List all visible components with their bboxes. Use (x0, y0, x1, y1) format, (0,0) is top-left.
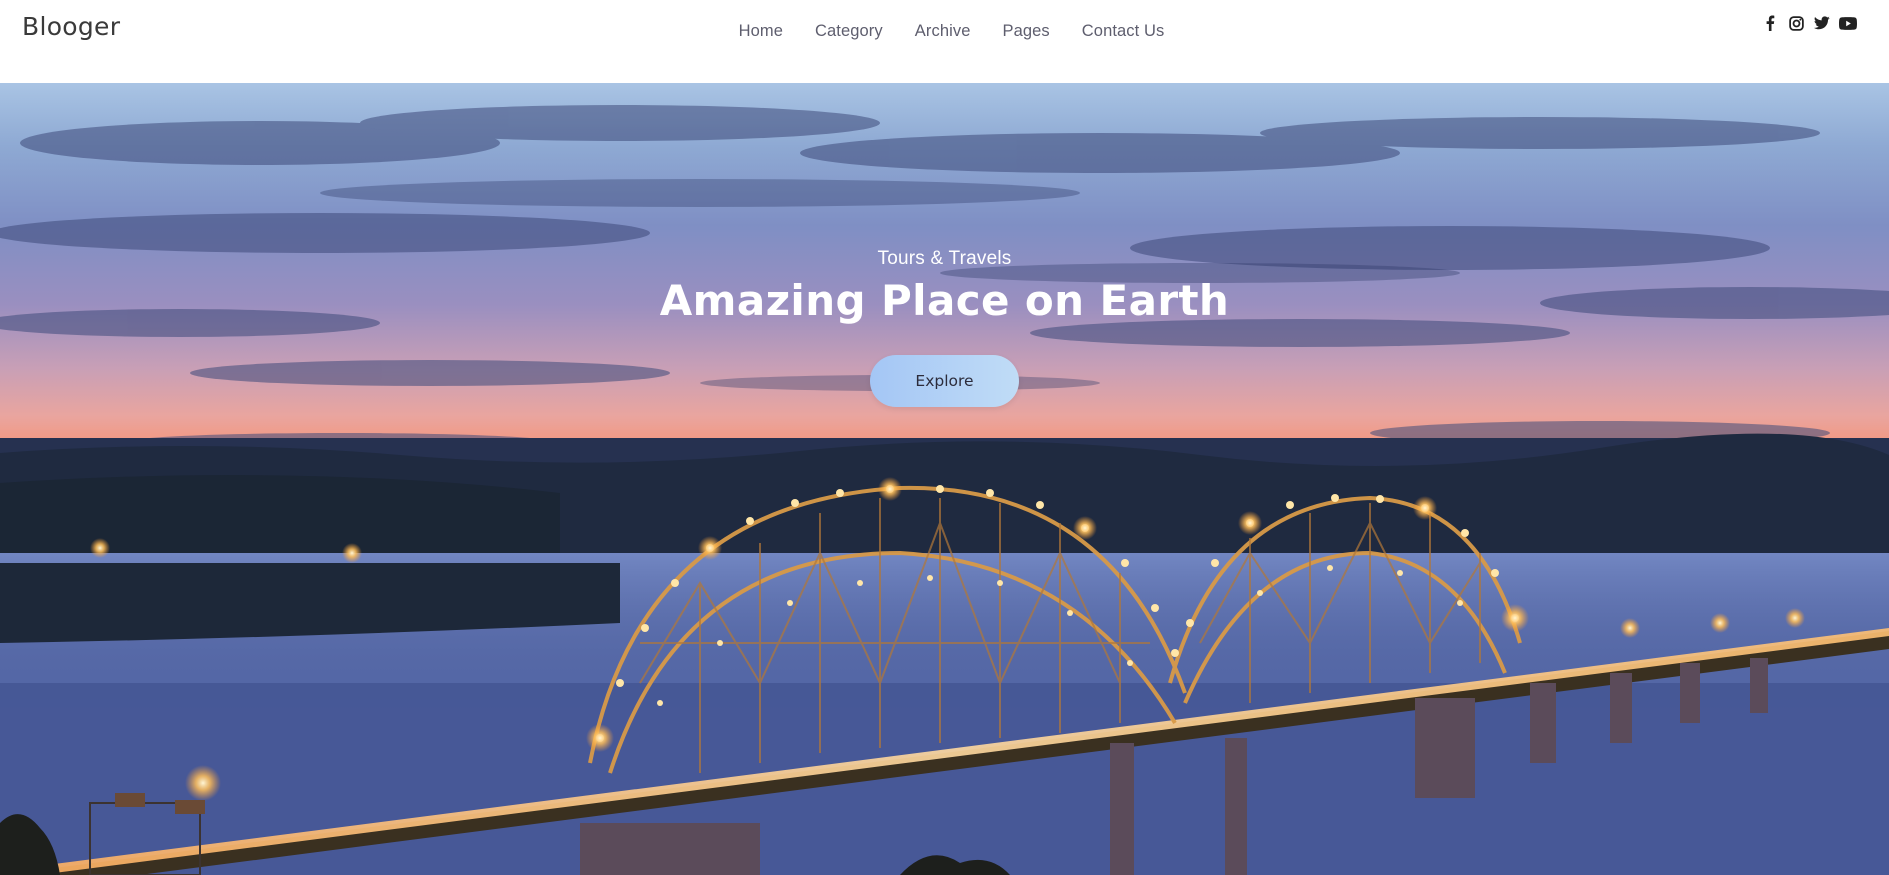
hero-title: Amazing Place on Earth (659, 276, 1230, 325)
instagram-icon[interactable] (1787, 13, 1805, 33)
main-nav: Home Category Archive Pages Contact Us (0, 0, 1889, 62)
hero-content: Tours & Travels Amazing Place on Earth E… (0, 248, 1889, 407)
nav-item-contact-us[interactable]: Contact Us (1082, 22, 1165, 41)
youtube-icon[interactable] (1839, 13, 1857, 33)
social-links (1761, 13, 1857, 33)
nav-item-archive[interactable]: Archive (915, 22, 971, 41)
nav-item-category[interactable]: Category (815, 22, 883, 41)
page: Blooger Home Category Archive Pages Cont… (0, 0, 1889, 875)
twitter-icon[interactable] (1813, 13, 1831, 33)
nav-item-pages[interactable]: Pages (1002, 22, 1049, 41)
hero-kicker: Tours & Travels (877, 248, 1012, 269)
facebook-icon[interactable] (1761, 13, 1779, 33)
site-header: Blooger Home Category Archive Pages Cont… (0, 0, 1889, 83)
explore-button[interactable]: Explore (870, 355, 1019, 407)
hero-section: Tours & Travels Amazing Place on Earth E… (0, 83, 1889, 875)
hero-background-image (0, 105, 1889, 875)
nav-item-home[interactable]: Home (739, 22, 783, 41)
